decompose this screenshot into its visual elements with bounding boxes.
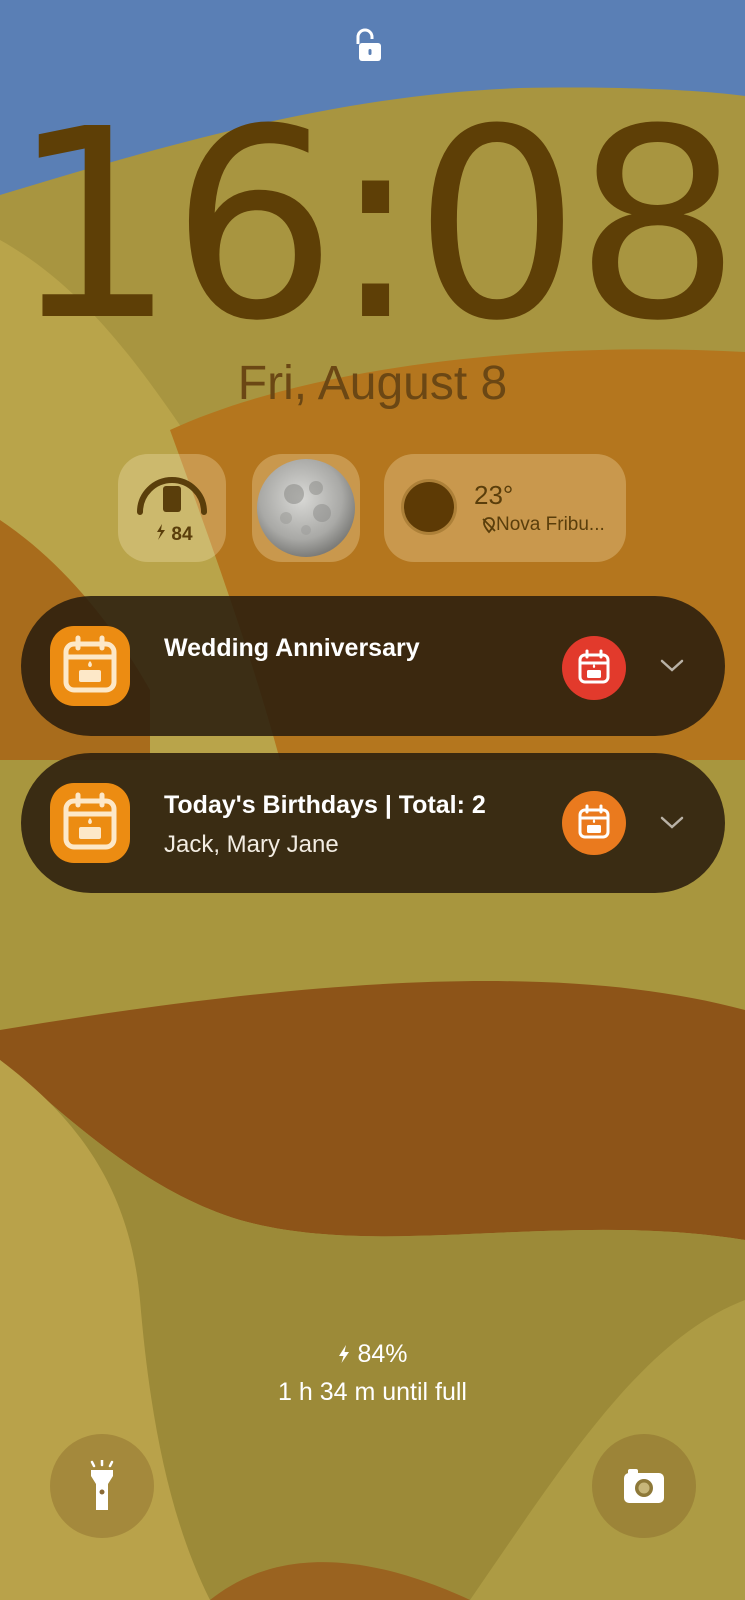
notification-title: Wedding Anniversary bbox=[164, 634, 420, 662]
notification-title: Today's Birthdays | Total: 2 bbox=[164, 791, 486, 819]
notification-badge bbox=[562, 791, 626, 855]
charging-bolt-icon bbox=[339, 1345, 350, 1363]
birthday-calendar-app-icon bbox=[50, 783, 130, 863]
camera-button[interactable] bbox=[592, 1434, 696, 1538]
charging-status: 84% bbox=[0, 1340, 745, 1369]
birthday-calendar-app-icon bbox=[50, 626, 130, 706]
notification-wedding-anniversary[interactable]: Wedding Anniversary bbox=[21, 596, 725, 736]
birthday-calendar-icon bbox=[63, 792, 117, 850]
flashlight-button[interactable] bbox=[50, 1434, 154, 1538]
charging-time-remaining: 1 h 34 m until full bbox=[278, 1378, 467, 1406]
notification-badge bbox=[562, 636, 626, 700]
flashlight-icon bbox=[90, 1460, 114, 1510]
moon-phase-widget[interactable] bbox=[252, 454, 360, 562]
lock-clock: 16:08 bbox=[9, 73, 741, 378]
unlock-icon bbox=[356, 28, 381, 61]
birthday-calendar-icon bbox=[63, 635, 117, 693]
expand-chevron-icon[interactable] bbox=[657, 656, 687, 676]
birthday-calendar-icon bbox=[578, 649, 610, 684]
battery-widget[interactable]: 84 bbox=[118, 454, 226, 562]
weather-temperature: 23° bbox=[474, 480, 514, 510]
sun-icon bbox=[404, 482, 454, 532]
birthday-calendar-icon bbox=[578, 804, 610, 839]
notification-text: Jack, Mary Jane bbox=[164, 831, 339, 858]
weather-location: Nova Fribu... bbox=[496, 514, 605, 535]
lock-date: Fri, August 8 bbox=[237, 357, 508, 410]
battery-widget-level: 84 bbox=[171, 524, 193, 545]
notification-todays-birthdays[interactable]: Today's Birthdays | Total: 2 Jack, Mary … bbox=[21, 753, 725, 893]
weather-widget[interactable]: 23° Nova Fribu... bbox=[384, 454, 626, 562]
full-moon-icon bbox=[257, 459, 355, 557]
camera-icon bbox=[624, 1469, 664, 1503]
expand-chevron-icon[interactable] bbox=[657, 813, 687, 833]
charging-percent: 84% bbox=[357, 1340, 408, 1368]
